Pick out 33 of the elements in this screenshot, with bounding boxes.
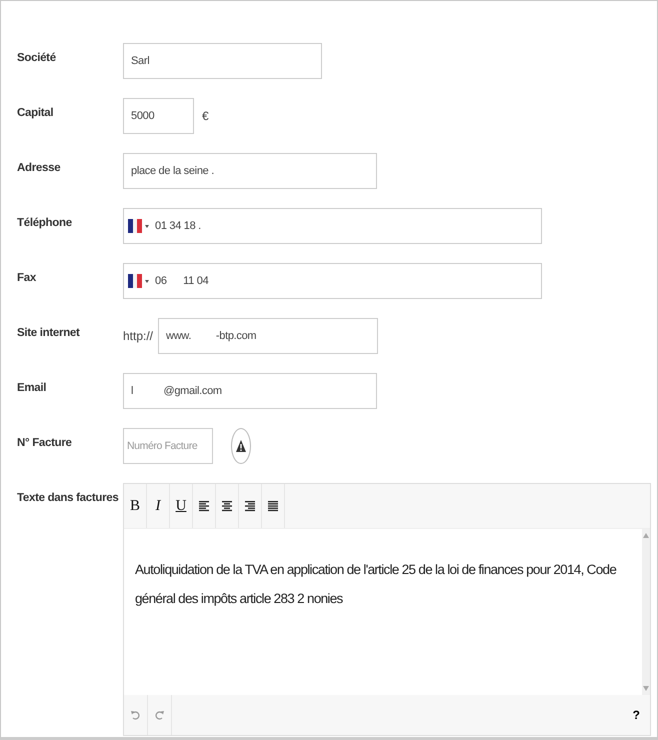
justify-icon xyxy=(268,500,278,512)
phone-field[interactable]: 06 11 04 xyxy=(123,263,542,299)
field-label: Capital xyxy=(17,106,54,119)
undo-icon xyxy=(131,710,140,720)
field-label: Email xyxy=(17,381,48,394)
warning-icon xyxy=(235,439,247,453)
redo-icon xyxy=(155,710,164,720)
text-field[interactable]: l @gmail.com xyxy=(123,373,377,409)
underline-button[interactable]: U xyxy=(170,484,193,528)
field-label: Téléphone xyxy=(17,216,73,229)
italic-button[interactable]: I xyxy=(147,484,170,528)
field-label: Fax xyxy=(17,271,37,284)
align-right-icon xyxy=(245,500,255,512)
field-label: Texte dans factures xyxy=(17,491,120,504)
currency-symbol: € xyxy=(202,109,209,123)
field-label: Adresse xyxy=(17,161,62,174)
align-center-icon xyxy=(222,500,232,512)
field-label: Société xyxy=(17,51,57,64)
warning-button[interactable] xyxy=(231,428,251,464)
field-label: Site internet xyxy=(17,326,81,339)
editor-text[interactable]: Autoliquidation de la TVA en application de l'article 25 de la loi de finances pour 2014, Code général des impôts article 283 2 nonies xyxy=(124,529,642,695)
text-field[interactable]: Sarl xyxy=(123,43,322,79)
help-button[interactable]: ? xyxy=(622,695,650,735)
align-left-icon xyxy=(199,500,209,512)
text-field[interactable]: place de la seine . xyxy=(123,153,377,189)
invoice-number-field[interactable]: Numéro Facture xyxy=(123,428,213,464)
bold-button[interactable]: B xyxy=(124,484,147,528)
flag-dropdown-icon[interactable] xyxy=(128,274,150,288)
phone-field[interactable]: 01 34 18 . xyxy=(123,208,542,244)
flag-dropdown-icon[interactable] xyxy=(128,219,150,233)
field-label: N° Facture xyxy=(17,436,73,449)
text-field[interactable]: 5000 xyxy=(123,98,194,134)
url-field[interactable]: www. -btp.com xyxy=(158,318,378,354)
